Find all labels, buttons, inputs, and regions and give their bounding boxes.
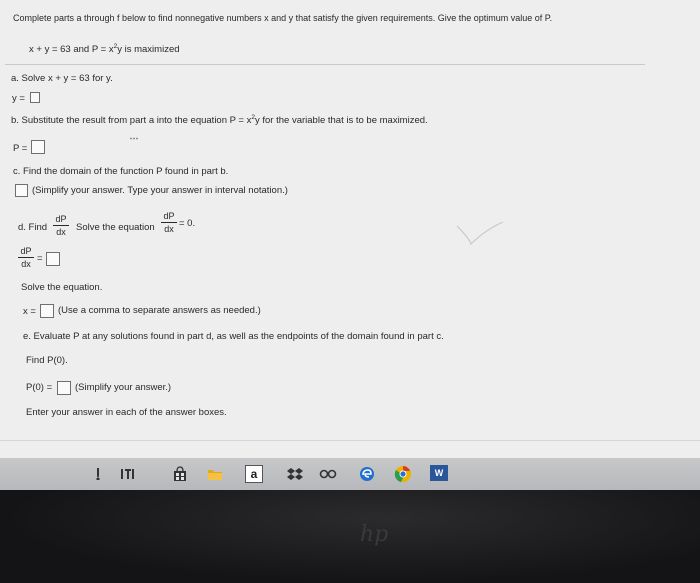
pen-icon[interactable]	[88, 464, 108, 484]
part-c-prompt: c. Find the domain of the function P fou…	[13, 166, 229, 177]
instructions-text: Complete parts a through f below to find…	[13, 13, 553, 23]
x-answer-box[interactable]	[40, 304, 54, 318]
part-a-prompt: a. Solve x + y = 63 for y.	[11, 73, 113, 84]
part-a-answer-label: y =	[12, 93, 25, 104]
p0-answer-note: (Simplify your answer.)	[75, 382, 172, 393]
part-b-answer-label: P =	[13, 143, 28, 154]
file-explorer-icon[interactable]	[205, 464, 225, 484]
part-c-note: (Simplify your answer. Type your answer …	[32, 185, 288, 196]
x-answer-label: x =	[23, 306, 36, 317]
checkmark-icon	[456, 221, 504, 246]
derivative-equals: =	[37, 253, 43, 264]
homework-content: Complete parts a through f below to find…	[0, 0, 700, 458]
store-icon[interactable]	[170, 464, 190, 484]
part-b-prompt: b. Substitute the result from part a int…	[11, 114, 428, 126]
divider	[5, 64, 645, 65]
part-e-prompt: e. Evaluate P at any solutions found in …	[23, 331, 444, 342]
derivative-answer-box[interactable]	[46, 252, 60, 266]
p0-answer-label: P(0) =	[26, 382, 53, 393]
find-p0-label: Find P(0).	[26, 355, 68, 366]
dropbox-icon[interactable]	[285, 464, 305, 484]
laptop-bezel	[0, 490, 700, 583]
derivative-fraction-3: dP dx	[18, 246, 34, 269]
p-answer-box[interactable]	[31, 140, 45, 154]
taskbar: a W	[0, 458, 700, 490]
edge-icon[interactable]	[357, 464, 377, 484]
language-icon[interactable]	[118, 464, 138, 484]
amazon-icon[interactable]: a	[245, 465, 263, 483]
hp-logo: hp	[360, 522, 389, 547]
part-d-solve-prompt: Solve the equation.	[21, 282, 103, 293]
p0-answer-box[interactable]	[57, 381, 71, 395]
derivative-fraction-2: dP dx	[161, 211, 177, 234]
part-d-find-label: d. Find	[18, 222, 48, 233]
word-icon[interactable]: W	[430, 465, 448, 481]
bottom-divider	[0, 440, 700, 441]
browser-viewport: Complete parts a through f below to find…	[0, 0, 700, 466]
resize-handle[interactable]	[130, 127, 138, 140]
chrome-icon[interactable]	[393, 464, 413, 484]
footer-instruction: Enter your answer in each of the answer …	[26, 407, 227, 418]
part-d-solve-label: Solve the equation	[76, 222, 155, 233]
derivative-fraction: dP dx	[53, 214, 69, 237]
equation-rhs: = 0.	[179, 218, 196, 229]
link-icon[interactable]	[318, 464, 338, 484]
constraint-statement: x + y = 63 and P = x2y is maximized	[29, 43, 180, 55]
x-answer-note: (Use a comma to separate answers as need…	[58, 305, 261, 316]
domain-answer-box[interactable]	[15, 184, 28, 197]
y-answer-box[interactable]	[30, 92, 40, 103]
